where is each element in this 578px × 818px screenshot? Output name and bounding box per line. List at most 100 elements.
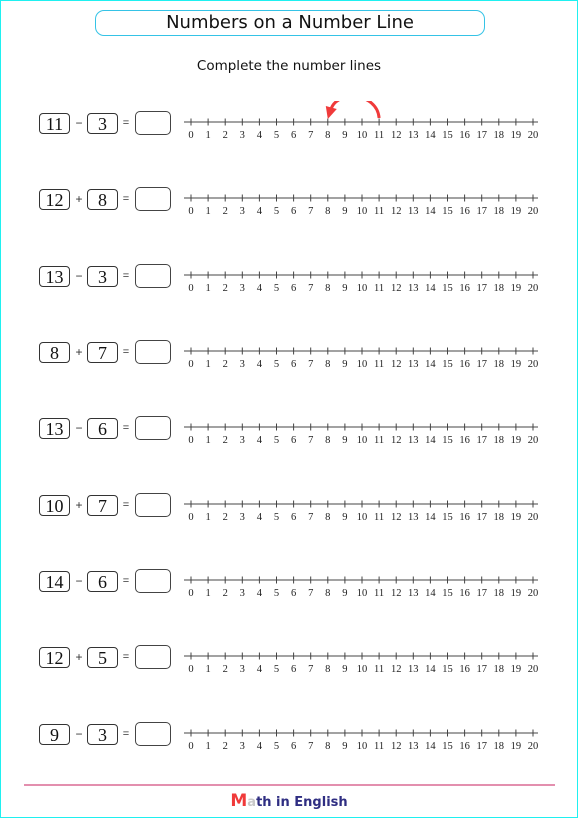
tick-label: 0 (188, 283, 193, 294)
tick-label: 13 (408, 130, 419, 141)
tick-label: 6 (291, 283, 296, 294)
tick-label: 3 (240, 359, 245, 370)
tick-label: 19 (511, 130, 522, 141)
tick-label: 0 (188, 664, 193, 675)
problem-row: 10 +7 = 0 1 2 3 4 5 6 7 8 9 10 11 12 13 14 15 16 17 18 19 20 (0, 493, 578, 535)
tick-label: 8 (325, 206, 330, 217)
tick-label: 19 (511, 283, 522, 294)
tick-label: 9 (342, 359, 347, 370)
tick-label: 7 (308, 741, 313, 752)
tick-label: 4 (257, 435, 263, 446)
tick-label: 12 (391, 741, 402, 752)
footer-divider (24, 784, 555, 786)
number-line: 0 1 2 3 4 5 6 7 8 9 10 11 12 13 14 15 16 17 18 19 20 (184, 271, 538, 294)
tick-label: 10 (357, 435, 368, 446)
tick-label: 15 (442, 588, 453, 599)
tick-label: 16 (459, 512, 470, 523)
tick-label: 11 (374, 588, 384, 599)
tick-label: 5 (274, 435, 279, 446)
tick-label: 9 (342, 130, 347, 141)
tick-label: 17 (476, 435, 487, 446)
tick-label: 9 (342, 435, 347, 446)
tick-label: 0 (188, 206, 193, 217)
tick-label: 6 (291, 206, 296, 217)
tick-label: 1 (205, 741, 210, 752)
tick-label: 2 (223, 206, 228, 217)
tick-label: 7 (308, 130, 313, 141)
tick-label: 16 (459, 283, 470, 294)
tick-label: 16 (459, 206, 470, 217)
tick-label: 9 (342, 206, 347, 217)
tick-label: 11 (374, 206, 384, 217)
tick-label: 13 (408, 741, 419, 752)
tick-label: 17 (476, 130, 487, 141)
tick-label: 10 (357, 741, 368, 752)
tick-label: 14 (425, 741, 436, 752)
tick-label: 6 (291, 512, 296, 523)
tick-label: 14 (425, 512, 436, 523)
tick-label: 14 (425, 130, 436, 141)
tick-label: 7 (308, 588, 313, 599)
tick-label: 11 (374, 130, 384, 141)
tick-label: 4 (257, 588, 263, 599)
tick-label: 17 (476, 359, 487, 370)
tick-label: 11 (374, 664, 384, 675)
tick-label: 4 (257, 741, 263, 752)
tick-label: 4 (257, 664, 263, 675)
tick-label: 20 (528, 359, 539, 370)
jump-arc (329, 101, 381, 119)
tick-label: 19 (511, 435, 522, 446)
problem-row: 12 +5 = 0 1 2 3 4 5 6 7 8 9 10 11 12 13 14 15 16 17 18 19 20 (0, 645, 578, 687)
tick-label: 13 (408, 664, 419, 675)
tick-label: 17 (476, 512, 487, 523)
tick-label: 7 (308, 359, 313, 370)
problem-row: 13−3 = 0 1 2 3 4 5 6 7 8 9 10 11 12 13 14 15 16 17 18 19 20 (0, 264, 578, 306)
problem-row: 13−6 = 0 1 2 3 4 5 6 7 8 9 10 11 12 13 14 15 16 17 18 19 20 (0, 416, 578, 458)
tick-label: 10 (357, 664, 368, 675)
tick-label: 0 (188, 359, 193, 370)
tick-label: 3 (240, 283, 245, 294)
tick-label: 11 (374, 512, 384, 523)
tick-label: 12 (391, 512, 402, 523)
tick-label: 8 (325, 741, 330, 752)
tick-label: 0 (188, 512, 193, 523)
tick-label: 17 (476, 283, 487, 294)
tick-label: 18 (494, 588, 505, 599)
tick-label: 14 (425, 283, 436, 294)
tick-label: 2 (223, 283, 228, 294)
tick-label: 5 (274, 283, 279, 294)
tick-label: 2 (223, 359, 228, 370)
tick-label: 16 (459, 664, 470, 675)
tick-label: 0 (188, 741, 193, 752)
tick-label: 14 (425, 206, 436, 217)
tick-label: 18 (494, 512, 505, 523)
tick-label: 1 (205, 435, 210, 446)
tick-label: 2 (223, 512, 228, 523)
tick-label: 13 (408, 206, 419, 217)
tick-label: 10 (357, 283, 368, 294)
tick-label: 15 (442, 359, 453, 370)
tick-label: 11 (374, 741, 384, 752)
tick-label: 19 (511, 664, 522, 675)
number-line: 0 1 2 3 4 5 6 7 8 9 10 11 12 13 14 15 16 17 18 19 20 (184, 652, 538, 675)
tick-label: 4 (257, 359, 263, 370)
tick-label: 13 (408, 588, 419, 599)
problem-row: 14−6 = 0 1 2 3 4 5 6 7 8 9 10 11 12 13 14 15 16 17 18 19 20 (0, 569, 578, 611)
tick-label: 8 (325, 130, 330, 141)
tick-label: 8 (325, 664, 330, 675)
tick-label: 1 (205, 588, 210, 599)
tick-label: 9 (342, 664, 347, 675)
tick-label: 8 (325, 512, 330, 523)
tick-label: 1 (205, 359, 210, 370)
tick-label: 3 (240, 664, 245, 675)
tick-label: 17 (476, 588, 487, 599)
tick-label: 13 (408, 512, 419, 523)
tick-label: 15 (442, 435, 453, 446)
tick-label: 17 (476, 664, 487, 675)
tick-label: 5 (274, 206, 279, 217)
problem-row: 8 +7 = 0 1 2 3 4 5 6 7 8 9 10 11 12 13 14 15 16 17 18 19 20 (0, 340, 578, 382)
tick-label: 6 (291, 130, 296, 141)
tick-label: 10 (357, 130, 368, 141)
tick-label: 10 (357, 359, 368, 370)
page-title: Numbers on a Number Line (95, 10, 485, 36)
